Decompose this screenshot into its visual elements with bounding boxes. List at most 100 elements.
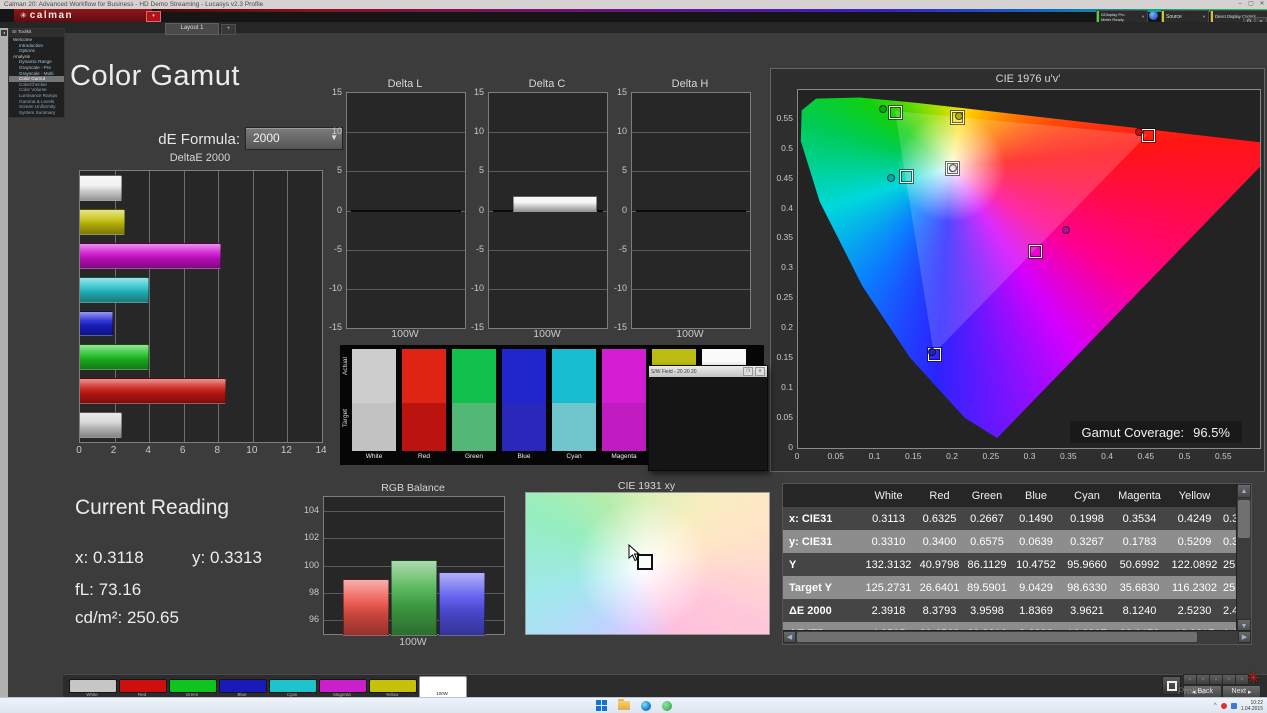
cell-value: 0.3113	[861, 513, 916, 525]
os-title-bar: Calman 20: Advanced Workflow for Busines…	[0, 0, 1267, 9]
gridline	[632, 171, 750, 172]
row-label: y: CIE31	[783, 536, 861, 548]
horizontal-scrollbar[interactable]: ◀▶	[783, 630, 1251, 644]
y-axis-tick-label: 15	[462, 87, 484, 97]
x-axis-tick-label: 0.25	[978, 451, 1004, 461]
target-swatch-green	[452, 403, 496, 451]
left-rail	[0, 28, 8, 697]
cie-1976-plot-area	[797, 89, 1261, 449]
app-tray-icon[interactable]	[662, 701, 672, 711]
swatch-label: White	[352, 453, 396, 460]
deltae-bar-gray	[80, 412, 122, 438]
gamut-coverage-readout: Gamut Coverage: 96.5%	[1070, 421, 1242, 443]
chart-title: RGB Balance	[323, 482, 503, 494]
mouse-cursor-icon	[627, 544, 641, 562]
sidebar-item-system-summary[interactable]: System Summary	[9, 110, 64, 116]
cdm2-value: 250.65	[127, 608, 179, 627]
actual-swatch-cyan	[552, 349, 596, 403]
footer-mini-button-3[interactable]: •	[1209, 674, 1223, 685]
pattern-swatch-magenta[interactable]	[319, 679, 367, 693]
actual-swatch-white	[352, 349, 396, 403]
gridline	[489, 132, 607, 133]
chevron-down-icon: ▼	[1200, 14, 1208, 19]
y-axis-tick-label: 0.5	[771, 143, 793, 153]
delta-h-chart: Delta H 100W 151050-5-10-15	[605, 78, 755, 340]
cell-value: 125.2731	[861, 582, 916, 594]
y-axis-tick-label: 100	[297, 560, 319, 570]
workflow-sidebar: SI Toolkit WelcomeIntroductionOptionsAna…	[8, 28, 65, 118]
restore-icon[interactable]: ❐	[743, 367, 753, 376]
file-explorer-icon[interactable]	[618, 701, 630, 710]
x-axis-tick-label: 0.15	[900, 451, 926, 461]
x-axis-label: 100W	[488, 328, 606, 340]
y-axis-tick-label: 10	[320, 126, 342, 136]
cell-value: 2.5230	[1166, 605, 1223, 617]
tray-expand-icon[interactable]: ^	[1214, 703, 1217, 709]
scroll-thumb[interactable]	[1238, 500, 1250, 538]
cell-value: 0.1490	[1011, 513, 1061, 525]
vertical-scrollbar[interactable]: ▲▼	[1236, 484, 1251, 633]
window-title: Calman 20: Advanced Workflow for Busines…	[4, 0, 263, 9]
table-header-row: WhiteRedGreenBlueCyanMagentaYellow	[783, 484, 1251, 507]
footer-mini-button-4[interactable]: •	[1222, 674, 1236, 685]
chart-title: CIE 1931 xy	[523, 480, 770, 492]
pattern-swatch-cyan[interactable]	[269, 679, 317, 693]
scroll-right-icon[interactable]: ▶	[1238, 631, 1251, 643]
delta-l-chart: Delta L 100W 151050-5-10-15	[320, 78, 470, 340]
pattern-window[interactable]: S/W Field - 20 20 20 ❐ ✕	[648, 365, 768, 471]
gridline	[347, 171, 465, 172]
cell-value: 132.3132	[861, 559, 916, 571]
globe-icon[interactable]	[1149, 11, 1158, 20]
reading-y: y: 0.3313	[192, 548, 262, 568]
scroll-thumb[interactable]	[797, 632, 1197, 642]
cell-value: 0.6325	[916, 513, 963, 525]
collapse-sidebar-icon[interactable]: ◂	[1, 30, 7, 36]
start-button-icon[interactable]	[596, 700, 607, 711]
browser-icon[interactable]	[641, 701, 651, 711]
y-axis-tick-label: 0.05	[771, 412, 793, 422]
swatch-label: Green	[452, 453, 496, 460]
cell-value: 3.9598	[963, 605, 1011, 617]
x-axis-tick-label: 0.45	[1133, 451, 1159, 461]
scroll-up-icon[interactable]: ▲	[1237, 484, 1251, 498]
cell-value: 0.5209	[1166, 536, 1223, 548]
swatch-label: Blue	[502, 453, 546, 460]
y-axis-tick-label: -15	[320, 322, 342, 332]
close-icon[interactable]: ✕	[755, 367, 765, 376]
pattern-swatch-red[interactable]	[119, 679, 167, 693]
y-axis-tick-label: 0.15	[771, 352, 793, 362]
fl-label: fL:	[75, 580, 94, 599]
add-tab-button[interactable]: +	[221, 24, 236, 35]
footer-mini-button-2[interactable]: •	[1196, 674, 1210, 685]
meter-status: Meter Ready	[1101, 17, 1139, 22]
tray-red-icon[interactable]	[1221, 703, 1227, 709]
tray-blue-icon[interactable]	[1231, 703, 1237, 709]
column-header-green: Green	[963, 490, 1011, 502]
tab-layout-1[interactable]: Layout 1	[165, 23, 219, 35]
pattern-swatch-yellow[interactable]	[369, 679, 417, 693]
close-icon[interactable]: ✕	[1257, 0, 1267, 9]
minimize-icon[interactable]: –	[1235, 0, 1245, 9]
x-axis-tick-label: 0.2	[939, 451, 965, 461]
gridline	[324, 511, 504, 512]
y-value: 0.3313	[210, 548, 262, 567]
maximize-icon[interactable]: ▢	[1246, 0, 1256, 9]
scroll-left-icon[interactable]: ◀	[783, 631, 796, 643]
pattern-swatch-white[interactable]	[69, 679, 117, 693]
swatch-label: Cyan	[552, 453, 596, 460]
taskbar-clock[interactable]: 10:22 1.04.2015	[1241, 700, 1263, 712]
cdm2-label: cd/m²:	[75, 608, 122, 627]
pattern-swatch-green[interactable]	[169, 679, 217, 693]
cell-value: 8.1240	[1113, 605, 1166, 617]
gridline	[489, 250, 607, 251]
cell-value: 40.9798	[916, 559, 963, 571]
y-axis-tick-label: 5	[462, 165, 484, 175]
app-menu-button[interactable]: ▾	[146, 11, 161, 22]
y-axis-tick-label: 0.35	[771, 232, 793, 242]
gridline	[347, 132, 465, 133]
footer-mini-button-1[interactable]: •	[1183, 674, 1197, 685]
pattern-window-title-bar[interactable]: S/W Field - 20 20 20 ❐ ✕	[649, 366, 767, 377]
measured-point-white	[949, 164, 957, 172]
pattern-swatch-blue[interactable]	[219, 679, 267, 693]
y-axis-tick-label: 0	[605, 205, 627, 215]
